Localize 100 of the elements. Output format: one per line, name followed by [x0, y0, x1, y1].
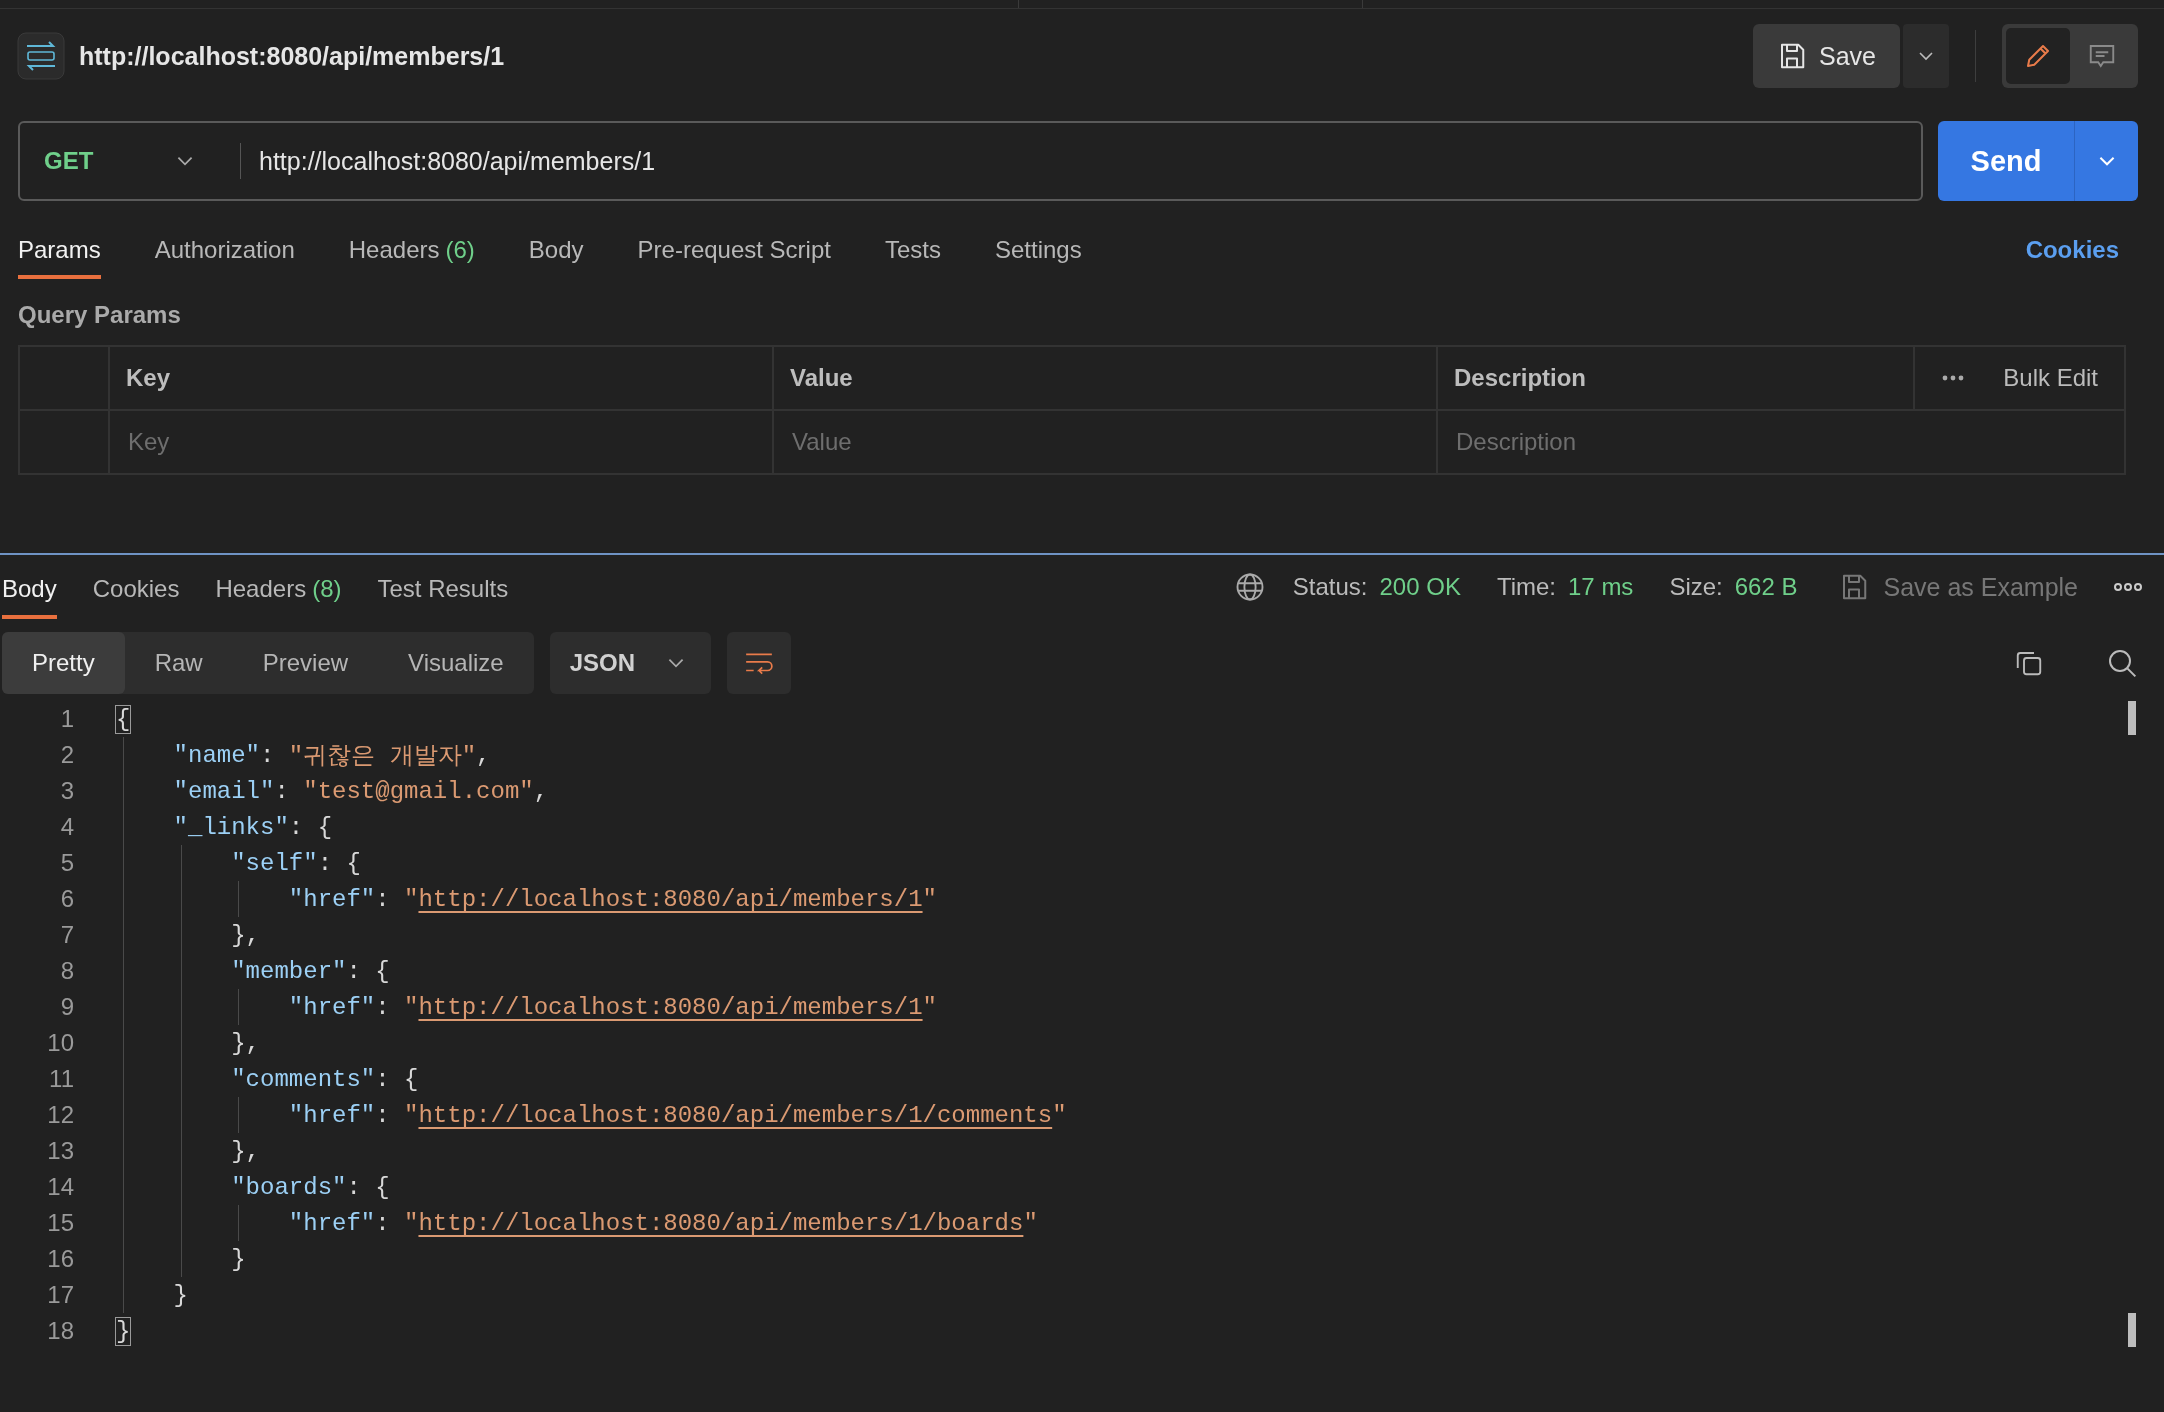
url-input[interactable]: http://localhost:8080/api/members/1 [257, 145, 1921, 177]
json-string: " [1023, 1209, 1038, 1237]
request-title: http://localhost:8080/api/members/1 [79, 41, 505, 71]
json-punctuation: : { [317, 849, 361, 877]
json-punctuation: , [533, 777, 549, 805]
cookies-link[interactable]: Cookies [2025, 236, 2119, 264]
column-header: Description [1454, 364, 1587, 392]
json-string: " [404, 993, 419, 1021]
json-punctuation: : [375, 885, 391, 913]
json-punctuation: : [375, 1209, 391, 1237]
line-number: 11 [48, 1065, 74, 1093]
url-link[interactable]: http://localhost:8080/api/members/1 [418, 993, 923, 1021]
view-mode-tab[interactable]: Pretty [2, 632, 125, 694]
json-punctuation: : { [288, 813, 333, 841]
save-as-example-button[interactable]: Save as Example [1839, 572, 2078, 602]
json-punctuation: : { [346, 1173, 390, 1201]
line-number: 7 [59, 921, 74, 949]
column-header: Value [790, 364, 853, 392]
json-key: "boards" [231, 1173, 347, 1201]
line-number: 1 [59, 705, 74, 733]
json-key: "href" [288, 993, 376, 1021]
request-tab[interactable]: Authorization [154, 221, 295, 279]
method-dropdown[interactable]: GET [20, 123, 220, 199]
json-key: "href" [288, 1101, 376, 1129]
json-key: "href" [288, 885, 376, 913]
json-key: "href" [288, 1209, 376, 1237]
view-mode-tab[interactable]: Raw [124, 632, 233, 694]
json-brace: } [116, 1317, 131, 1345]
json-punctuation: : [375, 1101, 391, 1129]
request-tab[interactable]: Tests [884, 221, 941, 279]
line-number: 14 [46, 1173, 74, 1201]
status-label: Size: [1669, 573, 1723, 601]
format-dropdown[interactable]: JSON [549, 632, 712, 694]
param-input[interactable]: Key [126, 427, 756, 457]
view-mode-tab[interactable]: Preview [232, 632, 379, 694]
status-value: 17 ms [1568, 573, 1634, 601]
line-number: 9 [59, 993, 74, 1021]
json-punctuation: }, [231, 1137, 261, 1165]
response-tab[interactable]: Cookies [92, 555, 180, 619]
line-number: 5 [59, 849, 74, 877]
line-number: 18 [46, 1317, 74, 1345]
json-punctuation: : [260, 741, 276, 769]
json-string: "test@gmail.com" [303, 777, 534, 805]
line-number: 6 [59, 885, 74, 913]
json-string: " [404, 885, 419, 913]
line-number: 16 [46, 1245, 74, 1273]
response-tab[interactable]: Headers (8) [215, 555, 342, 619]
request-tab[interactable]: Headers (6) [348, 221, 475, 279]
json-string: " [404, 1209, 419, 1237]
json-string: " [922, 885, 937, 913]
json-punctuation: }, [231, 1029, 261, 1057]
status-value: 662 B [1734, 573, 1798, 601]
json-key: "member" [231, 957, 347, 985]
bulk-edit-button[interactable]: Bulk Edit [2003, 364, 2098, 392]
line-number: 10 [46, 1029, 74, 1057]
status-label: Status: [1292, 573, 1368, 601]
json-punctuation: } [231, 1245, 246, 1273]
json-string: " [404, 1101, 419, 1129]
json-string: "귀찮은 개발자" [288, 742, 477, 771]
line-number: 2 [59, 741, 74, 769]
param-input[interactable]: Description [1454, 427, 2108, 457]
json-key: "self" [231, 849, 318, 877]
json-key: "email" [173, 777, 275, 805]
json-key: "comments" [231, 1065, 376, 1093]
json-string: " [922, 993, 937, 1021]
response-tab[interactable]: Body [2, 555, 57, 619]
url-link[interactable]: http://localhost:8080/api/members/1 [418, 885, 923, 913]
line-number: 8 [59, 957, 74, 985]
json-punctuation: , [476, 741, 491, 769]
json-key: "name" [173, 741, 261, 769]
json-punctuation: : [375, 993, 391, 1021]
url-bar[interactable]: GET http://localhost:8080/api/members/1 [18, 121, 1923, 201]
request-tab[interactable]: Pre-request Script [637, 221, 831, 279]
url-link[interactable]: http://localhost:8080/api/members/1/comments [418, 1101, 1053, 1129]
json-brace: { [116, 705, 131, 733]
json-string: " [1052, 1101, 1067, 1129]
json-punctuation: }, [231, 921, 261, 949]
section-title: Query Params [17, 300, 182, 330]
response-tab[interactable]: Test Results [377, 555, 509, 619]
json-punctuation: : { [346, 957, 390, 985]
json-key: "_links" [173, 813, 289, 841]
url-link[interactable]: http://localhost:8080/api/members/1/boards [418, 1209, 1024, 1237]
json-punctuation: : { [375, 1065, 419, 1093]
status-value: 200 OK [1379, 573, 1461, 601]
line-number: 17 [46, 1281, 74, 1309]
request-tab[interactable]: Body [528, 221, 584, 279]
status-label: Time: [1496, 573, 1556, 601]
json-punctuation: : [274, 777, 290, 805]
view-mode-tab[interactable]: Visualize [378, 632, 534, 694]
json-punctuation: } [173, 1281, 188, 1309]
line-number: 12 [46, 1101, 74, 1129]
line-number: 15 [46, 1209, 74, 1237]
column-header: Key [126, 364, 171, 392]
line-number: 13 [46, 1137, 74, 1165]
request-tab[interactable]: Settings [994, 221, 1082, 279]
line-number: 3 [59, 777, 74, 805]
line-number: 4 [59, 813, 74, 841]
request-tab[interactable]: Params [18, 221, 101, 279]
save-button[interactable]: Save [1753, 24, 1900, 88]
param-input[interactable]: Value [790, 427, 1420, 457]
